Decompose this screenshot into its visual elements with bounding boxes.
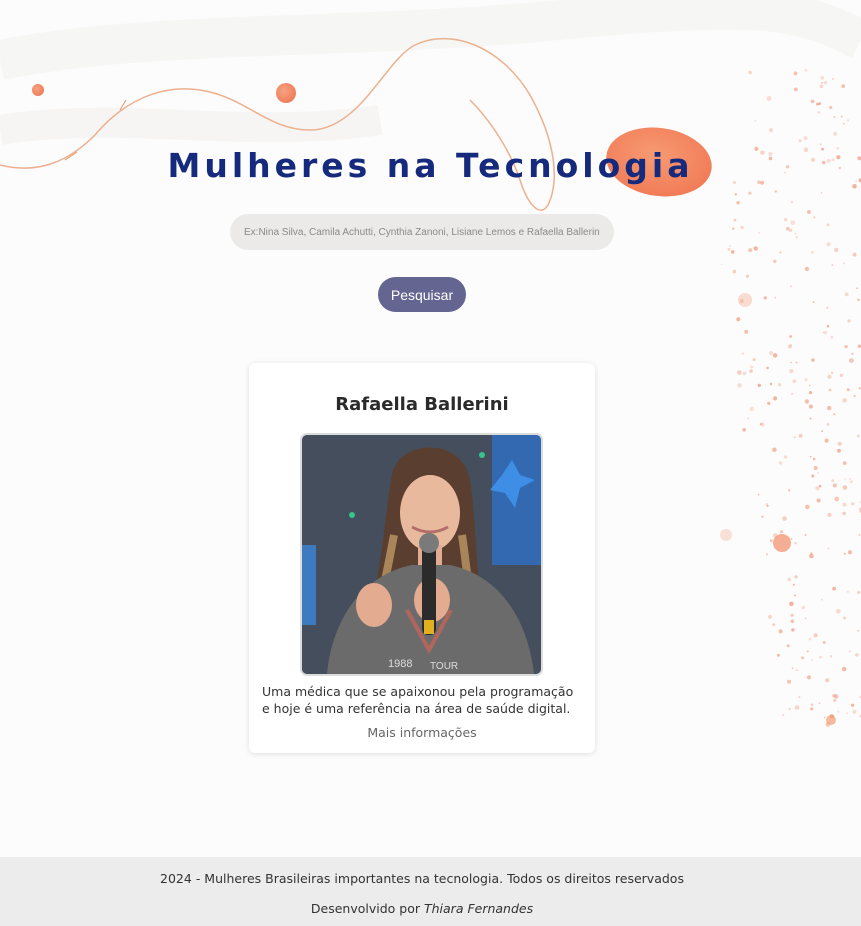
person-photo-icon: 1988 TOUR	[302, 435, 541, 674]
profile-card: Rafaella Ballerini 1988 TOUR Uma médica …	[249, 363, 595, 753]
footer-credit-prefix: Desenvolvido por	[310, 901, 420, 916]
footer: 2024 - Mulheres Brasileiras importantes …	[0, 857, 861, 926]
footer-copyright: 2024 - Mulheres Brasileiras importantes …	[160, 871, 684, 886]
footer-credit-name: Thiara Fernandes	[423, 901, 534, 916]
search-input[interactable]	[230, 214, 614, 250]
card-name: Rafaella Ballerini	[335, 394, 509, 415]
footer-credit: Desenvolvido por Thiara Fernandes	[0, 901, 844, 916]
profile-photo: 1988 TOUR	[300, 433, 543, 676]
page-title: Mulheres na Tecnologia	[167, 146, 694, 185]
card-description: Uma médica que se apaixonou pela program…	[262, 684, 574, 716]
more-info-link[interactable]: Mais informações	[249, 725, 595, 740]
svg-text:1988: 1988	[388, 658, 412, 670]
search-button[interactable]: Pesquisar	[378, 277, 466, 312]
svg-text:TOUR: TOUR	[430, 661, 458, 672]
